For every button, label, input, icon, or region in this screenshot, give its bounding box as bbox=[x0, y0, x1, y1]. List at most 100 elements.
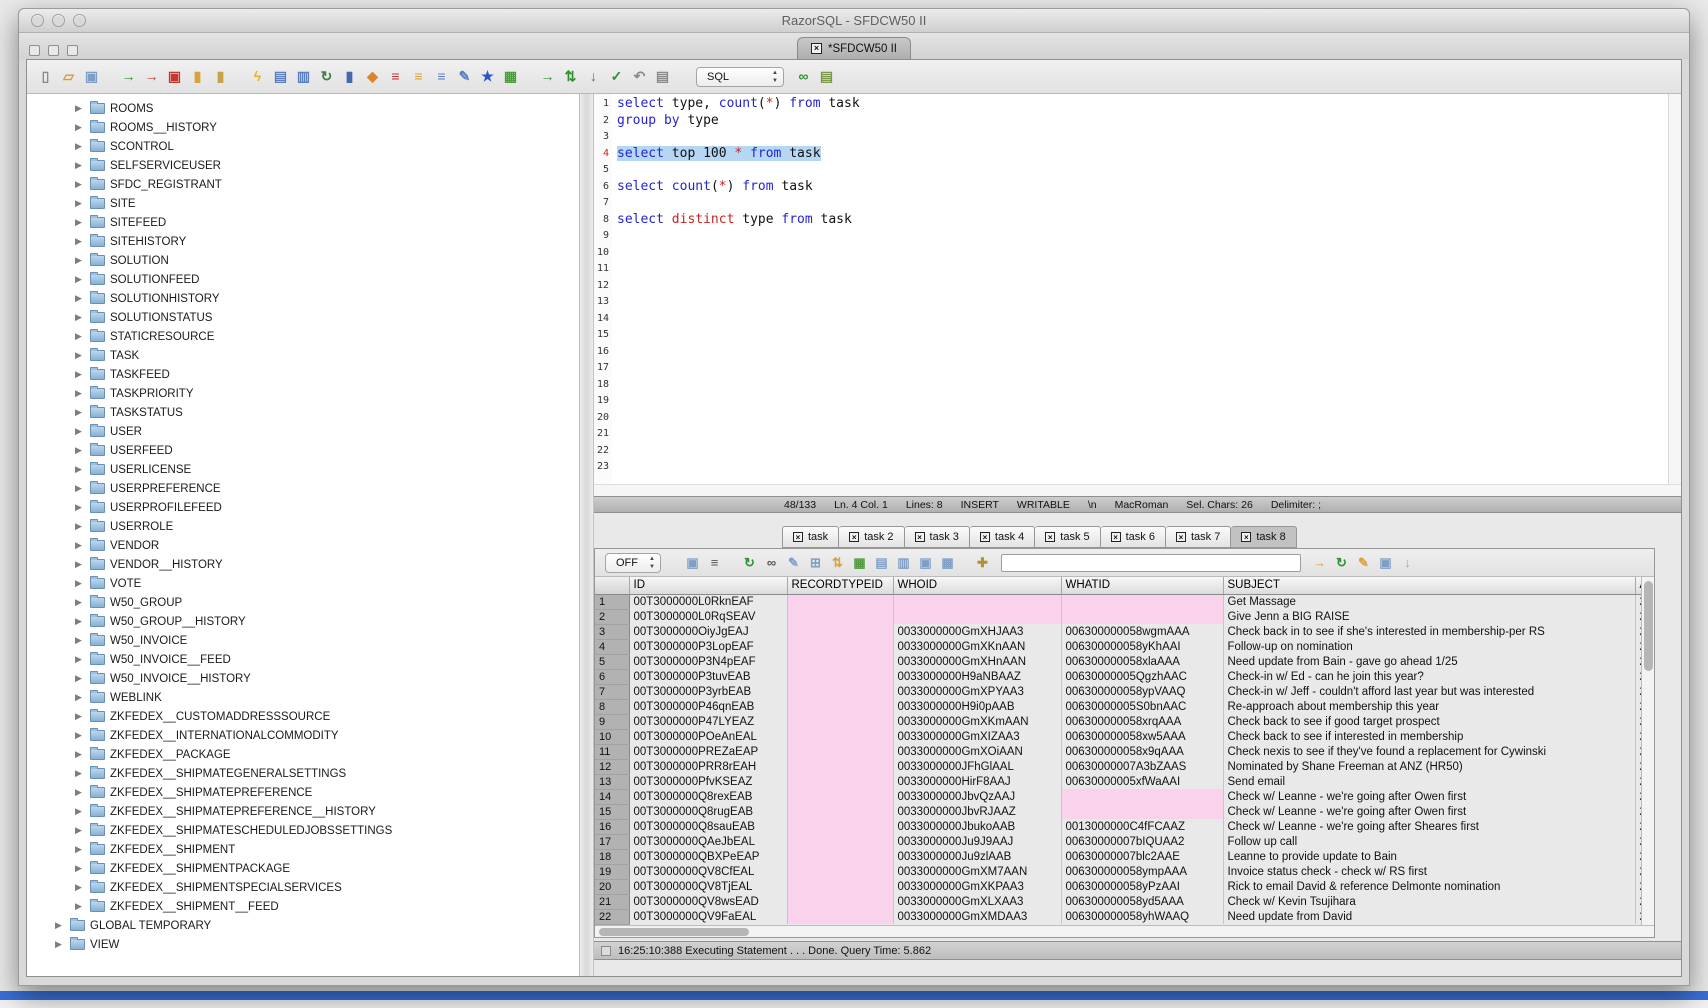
table-cell[interactable]: 006300000058ympAAA bbox=[1061, 864, 1223, 879]
sidebar-item-zkfedex__customaddresssource[interactable]: ▶ZKFEDEX__CUSTOMADDRESSSOURCE bbox=[27, 707, 579, 726]
disclosure-triangle-icon[interactable]: ▶ bbox=[75, 426, 85, 437]
table-cell[interactable]: 0033000000H9aNBAAZ bbox=[893, 669, 1061, 684]
close-tab-icon[interactable]: × bbox=[1176, 532, 1186, 542]
disclosure-triangle-icon[interactable]: ▶ bbox=[55, 920, 65, 931]
query-builder-icon[interactable]: ≡ bbox=[386, 67, 405, 86]
table-cell[interactable]: 0033000000GmXHJAA3 bbox=[893, 624, 1061, 639]
disclosure-triangle-icon[interactable]: ▶ bbox=[75, 350, 85, 361]
table-cell[interactable]: 00T3000000P3LopEAF bbox=[629, 639, 787, 654]
table-cell[interactable]: Need update from Bain - gave go ahead 1/… bbox=[1223, 654, 1635, 669]
table-cell[interactable]: 0013000000C4fFCAAZ bbox=[1061, 819, 1223, 834]
save-grid-icon[interactable]: ▣ bbox=[1376, 553, 1395, 572]
table-row[interactable]: 600T3000000P3tuvEAB0033000000H9aNBAAZ006… bbox=[595, 669, 1641, 684]
column-header-whoid[interactable]: WHOID bbox=[893, 577, 1061, 594]
table-cell[interactable] bbox=[787, 639, 893, 654]
sidebar-item-global temporary[interactable]: ▶GLOBAL TEMPORARY bbox=[27, 916, 579, 935]
table-cell[interactable] bbox=[787, 744, 893, 759]
minimize-window-button[interactable] bbox=[52, 14, 65, 27]
tab-task-8[interactable]: ×task 8 bbox=[1231, 526, 1296, 548]
disclosure-triangle-icon[interactable]: ▶ bbox=[55, 939, 65, 950]
table-cell[interactable] bbox=[787, 879, 893, 894]
table-cell[interactable]: 0033000000GmXPYAA3 bbox=[893, 684, 1061, 699]
disclosure-triangle-icon[interactable]: ▶ bbox=[75, 616, 85, 627]
disclosure-triangle-icon[interactable]: ▶ bbox=[75, 882, 85, 893]
sidebar-item-sitehistory[interactable]: ▶SITEHISTORY bbox=[27, 232, 579, 251]
table-cell[interactable] bbox=[1061, 594, 1223, 609]
sidebar-item-scontrol[interactable]: ▶SCONTROL bbox=[27, 137, 579, 156]
disclosure-triangle-icon[interactable]: ▶ bbox=[75, 844, 85, 855]
split-divider[interactable] bbox=[580, 94, 594, 976]
table-cell[interactable]: 00T3000000P3yrbEAB bbox=[629, 684, 787, 699]
table-cell[interactable]: 00630000005S0bnAAC bbox=[1061, 699, 1223, 714]
table-row[interactable]: 1300T3000000PfvKSEAZ0033000000HirF8AAJ00… bbox=[595, 774, 1641, 789]
disclosure-triangle-icon[interactable]: ▶ bbox=[75, 236, 85, 247]
table-cell[interactable]: 00T3000000QV8CfEAL bbox=[629, 864, 787, 879]
table-cell[interactable]: Nominated by Shane Freeman at ANZ (HR50) bbox=[1223, 759, 1635, 774]
column-header-recordtypeid[interactable]: RECORDTYPEID bbox=[787, 577, 893, 594]
table-cell[interactable]: 006300000058yKhAAI bbox=[1061, 639, 1223, 654]
table-cell[interactable]: 0033000000GmXKPAA3 bbox=[893, 879, 1061, 894]
refresh-results-icon[interactable]: ↻ bbox=[740, 553, 759, 572]
sidebar-item-site[interactable]: ▶SITE bbox=[27, 194, 579, 213]
notes-icon[interactable]: ✎ bbox=[1354, 553, 1373, 572]
tab-task-7[interactable]: ×task 7 bbox=[1166, 526, 1231, 548]
table-cell[interactable]: 00T3000000QV8wsEAD bbox=[629, 894, 787, 909]
table-cell[interactable]: 00T3000000QV8TjEAL bbox=[629, 879, 787, 894]
table-cell[interactable]: 0033000000HirF8AAJ bbox=[893, 774, 1061, 789]
execute-sql-icon[interactable]: ϟ bbox=[248, 67, 267, 86]
disclosure-triangle-icon[interactable]: ▶ bbox=[75, 768, 85, 779]
describe-table-icon[interactable]: ▤ bbox=[271, 67, 290, 86]
disclosure-triangle-icon[interactable]: ▶ bbox=[75, 730, 85, 741]
sidebar-item-zkfedex__shipment[interactable]: ▶ZKFEDEX__SHIPMENT bbox=[27, 840, 579, 859]
primary-key-icon[interactable]: ✚ bbox=[973, 553, 992, 572]
table-cell[interactable]: 00T3000000P46qnEAB bbox=[629, 699, 787, 714]
sidebar-item-userlicense[interactable]: ▶USERLICENSE bbox=[27, 460, 579, 479]
tab-task-6[interactable]: ×task 6 bbox=[1101, 526, 1166, 548]
sidebar-item-sitefeed[interactable]: ▶SITEFEED bbox=[27, 213, 579, 232]
table-row[interactable]: 1200T3000000PRR8rEAH0033000000JFhGlAAL00… bbox=[595, 759, 1641, 774]
table-cell[interactable]: 00T3000000PfvKSEAZ bbox=[629, 774, 787, 789]
column-header-subject[interactable]: SUBJECT bbox=[1223, 577, 1635, 594]
table-cell[interactable]: 0033000000GmXKmAAN bbox=[893, 714, 1061, 729]
table-cell[interactable]: 00630000007A3bZAAS bbox=[1061, 759, 1223, 774]
table-cell[interactable]: 006300000058yhWAAQ bbox=[1061, 909, 1223, 924]
disclosure-triangle-icon[interactable]: ▶ bbox=[75, 312, 85, 323]
table-cell[interactable] bbox=[893, 594, 1061, 609]
table-cell[interactable]: 006300000058x9qAAA bbox=[1061, 744, 1223, 759]
disclosure-triangle-icon[interactable]: ▶ bbox=[75, 198, 85, 209]
tab-task-2[interactable]: ×task 2 bbox=[839, 526, 904, 548]
results-search-input[interactable] bbox=[1001, 554, 1301, 572]
sidebar-item-rooms[interactable]: ▶ROOMS bbox=[27, 99, 579, 118]
sidebar-item-rooms__history[interactable]: ▶ROOMS__HISTORY bbox=[27, 118, 579, 137]
table-cell[interactable]: Re-approach about membership this year bbox=[1223, 699, 1635, 714]
table-row[interactable]: 100T3000000L0RknEAFGet Massage200 bbox=[595, 594, 1641, 609]
grid-vscroll-thumb[interactable] bbox=[1644, 581, 1653, 671]
grid-horizontal-scrollbar[interactable] bbox=[595, 925, 1654, 937]
close-window-button[interactable] bbox=[31, 14, 44, 27]
new-editor-icon[interactable]: ▤ bbox=[653, 67, 672, 86]
table-cell[interactable]: 0033000000GmXHnAAN bbox=[893, 654, 1061, 669]
table-cell[interactable]: Check-in w/ Jeff - couldn't afford last … bbox=[1223, 684, 1635, 699]
table-cell[interactable]: Check w/ Leanne - we're going after Shea… bbox=[1223, 819, 1635, 834]
edit-cell-icon[interactable]: ✎ bbox=[784, 553, 803, 572]
table-cell[interactable]: Send email bbox=[1223, 774, 1635, 789]
sidebar-item-w50_invoice[interactable]: ▶W50_INVOICE bbox=[27, 631, 579, 650]
table-cell[interactable] bbox=[787, 894, 893, 909]
table-cell[interactable]: 00T3000000P3N4pEAF bbox=[629, 654, 787, 669]
copy-table-icon[interactable]: ▦ bbox=[938, 553, 957, 572]
rollback-icon[interactable]: ↶ bbox=[630, 67, 649, 86]
table-cell[interactable]: 00T3000000QV9FaEAL bbox=[629, 909, 787, 924]
sidebar-item-w50_invoice__feed[interactable]: ▶W50_INVOICE__FEED bbox=[27, 650, 579, 669]
sidebar-item-vote[interactable]: ▶VOTE bbox=[27, 574, 579, 593]
disclosure-triangle-icon[interactable]: ▶ bbox=[75, 217, 85, 228]
table-cell[interactable]: 00T3000000QAeJbEAL bbox=[629, 834, 787, 849]
sidebar-item-zkfedex__shipmatepreference[interactable]: ▶ZKFEDEX__SHIPMATEPREFERENCE bbox=[27, 783, 579, 802]
table-cell[interactable]: Check w/ Leanne - we're going after Owen… bbox=[1223, 789, 1635, 804]
disclosure-triangle-icon[interactable]: ▶ bbox=[75, 787, 85, 798]
disclosure-triangle-icon[interactable]: ▶ bbox=[75, 293, 85, 304]
disclosure-triangle-icon[interactable]: ▶ bbox=[75, 806, 85, 817]
auto-commit-icon[interactable]: ∞ bbox=[794, 67, 813, 86]
table-cell[interactable] bbox=[787, 624, 893, 639]
commit-icon[interactable]: ✓ bbox=[607, 67, 626, 86]
table-row[interactable]: 2100T3000000QV8wsEAD0033000000GmXLXAA300… bbox=[595, 894, 1641, 909]
